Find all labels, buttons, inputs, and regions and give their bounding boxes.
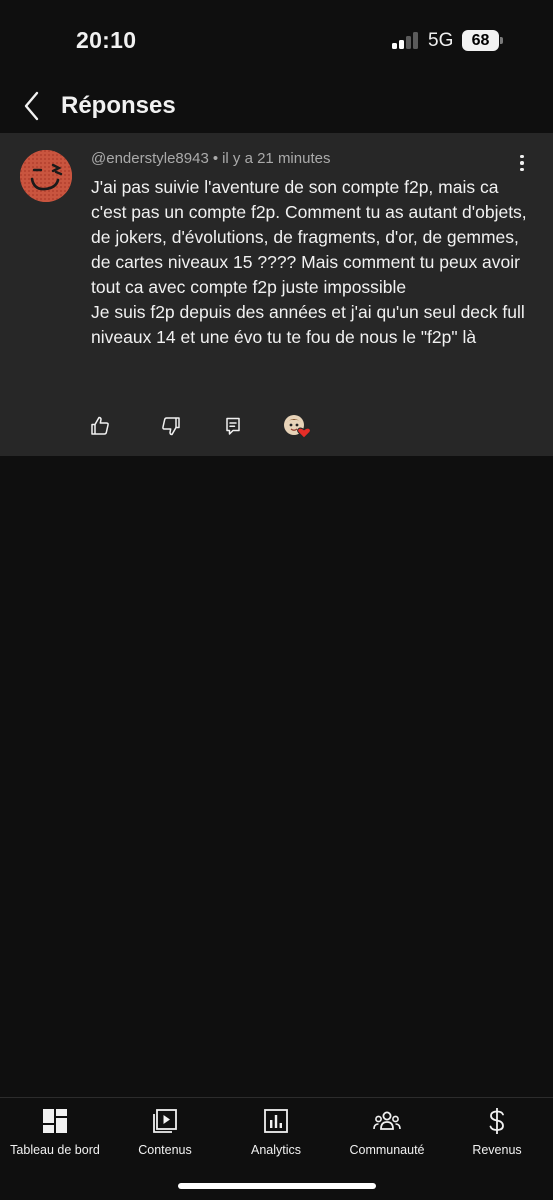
creator-heart-badge[interactable] xyxy=(283,414,311,440)
like-button[interactable] xyxy=(88,414,112,438)
analytics-icon xyxy=(264,1109,288,1133)
status-bar: 20:10 5G 68 xyxy=(0,0,553,80)
more-dot-icon xyxy=(520,154,524,159)
nav-label: Tableau de bord xyxy=(10,1143,100,1157)
comment-card: @enderstyle8943 • il y a 21 minutes J'ai p… xyxy=(0,133,553,456)
nav-label: Communauté xyxy=(349,1143,425,1157)
back-button[interactable] xyxy=(14,88,50,124)
more-dot-icon xyxy=(520,167,524,172)
more-dot-icon xyxy=(520,161,524,165)
reply-button[interactable] xyxy=(221,414,245,438)
comment-timestamp: il y a 21 minutes xyxy=(222,150,331,167)
header: Réponses xyxy=(0,80,553,132)
nav-label: Analytics xyxy=(250,1143,302,1157)
chevron-left-icon xyxy=(24,91,39,121)
thumb-down-icon xyxy=(162,417,180,436)
status-time: 20:10 xyxy=(76,27,137,53)
nav-item-analytics[interactable]: Analytics xyxy=(221,1107,331,1163)
nav-item-community[interactable]: Communauté xyxy=(332,1107,442,1163)
content-icon xyxy=(153,1109,177,1133)
battery-icon: 68 xyxy=(462,30,499,51)
meta-separator: • xyxy=(212,150,219,167)
more-options-button[interactable] xyxy=(510,151,534,175)
network-type: 5G xyxy=(428,30,454,51)
nav-item-dashboard[interactable]: Tableau de bord xyxy=(0,1107,110,1163)
dollar-icon xyxy=(489,1108,504,1134)
battery-tip xyxy=(500,37,503,44)
comment-author[interactable]: @enderstyle8943 xyxy=(91,150,209,167)
comment-meta: @enderstyle8943 • il y a 21 minutes xyxy=(91,150,330,167)
thumb-up-icon xyxy=(91,416,109,435)
home-indicator[interactable] xyxy=(178,1183,376,1189)
community-icon xyxy=(373,1111,401,1130)
avatar[interactable] xyxy=(20,150,72,202)
nav-label: Contenus xyxy=(138,1143,192,1157)
avatar-face-icon xyxy=(20,150,72,202)
reply-icon xyxy=(226,417,240,435)
nav-label: Revenus xyxy=(472,1143,522,1157)
creator-heart-icon xyxy=(284,415,311,439)
nav-item-revenue[interactable]: Revenus xyxy=(442,1107,552,1163)
dashboard-icon xyxy=(43,1109,67,1133)
cellular-signal-icon xyxy=(392,32,420,49)
comment-text: J'ai pas suivie l'aventure de son compte… xyxy=(91,177,527,347)
dislike-button[interactable] xyxy=(159,414,183,438)
page-title: Réponses xyxy=(61,92,176,119)
nav-item-content[interactable]: Contenus xyxy=(110,1107,220,1163)
